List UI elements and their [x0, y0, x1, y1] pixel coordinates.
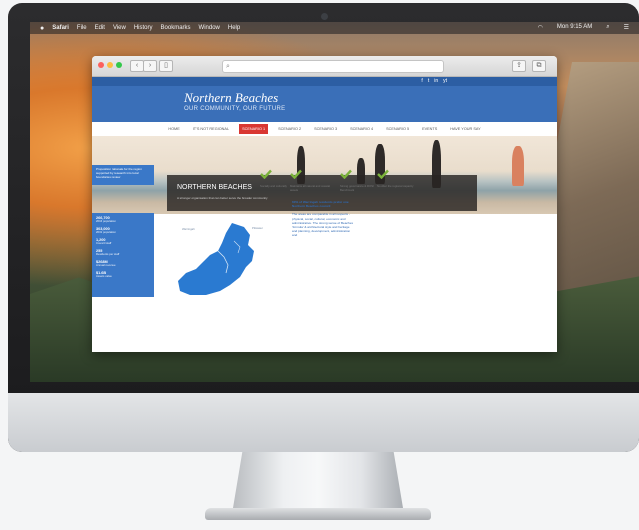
menu-help[interactable]: Help [228, 25, 240, 31]
menu-file[interactable]: File [77, 25, 87, 31]
check-label: Maintains all natural and coastal assets [290, 184, 330, 192]
checkmark-icon [290, 169, 302, 180]
check-item: Strong governance & ROSI Benchmark [340, 166, 380, 192]
nav-scenario-1[interactable]: SCENARIO 1 [239, 124, 269, 134]
map-label: Pittwater [252, 226, 263, 230]
nav-not-regional[interactable]: IT'S NOT REGIONAL [190, 124, 232, 134]
menu-bookmarks[interactable]: Bookmarks [161, 25, 191, 31]
imac-foot [205, 508, 431, 520]
search-icon: ⌕ [226, 63, 230, 70]
stat-label: 2016 population [96, 219, 116, 223]
stat-label: Annual revenue [96, 263, 116, 267]
twitter-icon[interactable]: t [428, 77, 429, 86]
hero-title: NORTHERN BEACHES [177, 184, 252, 191]
imac-chin [8, 393, 639, 452]
back-icon[interactable]: ‹ [130, 60, 144, 72]
sidebar-icon[interactable]: ▯ [159, 60, 173, 72]
minimize-window-button[interactable] [107, 62, 113, 68]
wifi-icon[interactable]: ◠ [538, 24, 543, 31]
side-text-highlight: 60% of Warringah residents prefer one No… [292, 200, 349, 209]
hero-figure [512, 146, 524, 186]
stat-label: 2031 population [96, 230, 116, 234]
close-window-button[interactable] [98, 62, 104, 68]
main-nav: HOME IT'S NOT REGIONAL SCENARIO 1 SCENAR… [92, 122, 557, 137]
site-header [92, 86, 557, 122]
social-icons: f t in yt [421, 77, 447, 86]
linkedin-icon[interactable]: in [434, 77, 438, 86]
stat-label: Residents per staff [96, 252, 120, 256]
mac-menubar: ● Safari File Edit View History Bookmark… [30, 22, 639, 34]
menu-window[interactable]: Window [199, 25, 220, 31]
apple-icon[interactable]: ● [40, 25, 44, 32]
menu-history[interactable]: History [134, 25, 153, 31]
facebook-icon[interactable]: f [421, 77, 422, 86]
checkmark-icon [260, 169, 272, 180]
stat-item: 303,000 2031 population [96, 227, 150, 234]
check-item: Maintains all natural and coastal assets [290, 166, 330, 192]
check-item: No Alter the regional capacity [377, 166, 417, 189]
nav-scenario-5[interactable]: SCENARIO 5 [383, 124, 412, 134]
region-map[interactable] [170, 221, 266, 297]
map-label: Warringah [182, 227, 195, 231]
stat-label: Assets value [96, 274, 112, 278]
stat-label: Council staff [96, 241, 112, 245]
nav-home[interactable]: HOME [165, 124, 182, 134]
nav-scenario-3[interactable]: SCENARIO 3 [311, 124, 340, 134]
imac-stand [232, 452, 404, 514]
social-bar [92, 77, 557, 86]
nav-scenario-4[interactable]: SCENARIO 4 [347, 124, 376, 134]
side-text-body: The areas are comparable in all respects… [292, 212, 353, 238]
nav-have-your-say[interactable]: HAVE YOUR SAY [447, 124, 483, 134]
stat-item: 255 Residents per staff [96, 249, 150, 256]
stats-panel: 266,700 2016 population 303,000 2031 popul… [92, 213, 154, 297]
stat-item: 266,700 2016 population [96, 216, 150, 223]
check-label: Strong governance & ROSI Benchmark [340, 184, 374, 192]
browser-toolbar: ‹ › ▯ ⌕ ⇪ ⧉ [92, 56, 557, 77]
tabs-icon[interactable]: ⧉ [532, 60, 546, 72]
checkmark-icon [377, 169, 389, 180]
share-icon[interactable]: ⇪ [512, 60, 526, 72]
zoom-window-button[interactable] [116, 62, 122, 68]
nav-scenario-2[interactable]: SCENARIO 2 [275, 124, 304, 134]
spotlight-icon[interactable]: ⌕ [606, 24, 609, 31]
site-title[interactable]: Northern Beaches [184, 90, 278, 106]
forward-icon[interactable]: › [143, 60, 157, 72]
address-bar[interactable]: ⌕ [222, 60, 444, 73]
stat-item: $1.6B Assets value [96, 271, 150, 278]
check-label: No Alter the regional capacity [377, 184, 414, 188]
checkmark-icon [340, 169, 352, 180]
notification-center-icon[interactable]: ☰ [624, 24, 629, 31]
site-tagline: OUR COMMUNITY, OUR FUTURE [184, 106, 286, 112]
hero-subtitle: A stronger organisation that can better … [177, 196, 268, 200]
side-text: 60% of Warringah residents prefer one No… [292, 200, 354, 242]
menu-edit[interactable]: Edit [95, 25, 105, 31]
stat-item: $268M Annual revenue [96, 260, 150, 267]
youtube-icon[interactable]: yt [443, 77, 447, 86]
stat-item: 1,200 Council staff [96, 238, 150, 245]
menu-safari[interactable]: Safari [52, 25, 69, 31]
intro-callout: Proposition rationale for the region sup… [92, 165, 154, 185]
menu-view[interactable]: View [113, 25, 126, 31]
menubar-clock[interactable]: Mon 9:15 AM [557, 24, 592, 31]
camera-icon [321, 13, 328, 20]
nav-events[interactable]: EVENTS [419, 124, 440, 134]
